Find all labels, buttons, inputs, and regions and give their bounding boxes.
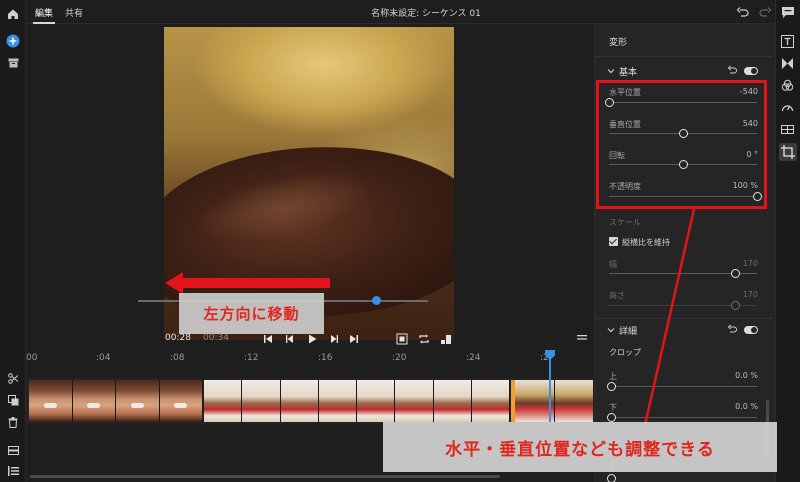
- clip-thumbnail: [395, 380, 434, 422]
- redo-icon[interactable]: [758, 5, 772, 19]
- divider: [595, 318, 773, 319]
- basic-toggle[interactable]: [744, 67, 758, 75]
- clip-thumbnail: [204, 380, 243, 422]
- left-toolbar: [0, 0, 26, 482]
- crop-bottom-label: 下: [609, 403, 617, 412]
- callout-banner: 水平・垂直位置なども調整できる: [383, 422, 777, 472]
- step-back-icon[interactable]: [284, 333, 296, 345]
- panel-title: 変形: [609, 38, 628, 48]
- crop-top-value[interactable]: 0.0 %: [735, 371, 758, 380]
- clip-thumbnail: [72, 380, 116, 422]
- keep-aspect-checkbox[interactable]: [609, 237, 618, 246]
- top-bar: 編集 共有 名称未設定: シーケンス 01: [26, 0, 775, 24]
- clip-thumbnail: [318, 380, 357, 422]
- clip-thumbnail: [116, 380, 160, 422]
- color-icon[interactable]: [781, 79, 795, 93]
- ruler-tick: :12: [244, 353, 259, 363]
- add-media-icon[interactable]: [5, 33, 21, 49]
- media-bin-icon[interactable]: [5, 55, 21, 71]
- timeline-ruler[interactable]: 00 :04 :08 :12 :16 :20 :24 :2: [26, 350, 594, 368]
- clip-thumbnail: [242, 380, 281, 422]
- play-icon[interactable]: [306, 333, 318, 345]
- crop-right-knob[interactable]: [607, 474, 616, 482]
- clip-thumbnail: [29, 380, 73, 422]
- clip-thumbnail: [159, 380, 203, 422]
- right-toolbar: [775, 0, 800, 482]
- detail-section-header[interactable]: 詳細: [619, 324, 637, 337]
- chevron-down-icon[interactable]: [607, 326, 615, 334]
- transitions-icon[interactable]: [781, 57, 795, 71]
- loop-icon[interactable]: [418, 333, 430, 345]
- ruler-tick: :20: [392, 353, 407, 363]
- audio-icon[interactable]: [781, 123, 795, 137]
- height-value[interactable]: 170: [743, 290, 758, 299]
- clip-thumbnail: [554, 380, 594, 422]
- ruler-tick: :24: [466, 353, 481, 363]
- video-clip-food[interactable]: [204, 380, 510, 422]
- timeline-scrollbar[interactable]: [30, 475, 500, 478]
- speed-icon[interactable]: [781, 101, 795, 115]
- undo-icon[interactable]: [736, 5, 750, 19]
- clip-thumbnail: [280, 380, 319, 422]
- home-icon[interactable]: [5, 6, 21, 22]
- playhead-line[interactable]: [549, 352, 551, 424]
- move-left-label: 左方向に移動: [179, 293, 324, 334]
- clip-thumbnail: [433, 380, 472, 422]
- tab-edit[interactable]: 編集: [32, 6, 56, 24]
- quality-icon[interactable]: [440, 333, 452, 345]
- width-knob[interactable]: [730, 269, 740, 278]
- crop-bottom-knob[interactable]: [607, 413, 616, 422]
- height-knob[interactable]: [730, 301, 740, 310]
- crop-top-label: 上: [609, 372, 617, 381]
- video-clip-faces[interactable]: [29, 380, 203, 422]
- highlight-box: [596, 80, 767, 209]
- tab-share[interactable]: 共有: [65, 6, 83, 19]
- crop-icon[interactable]: [779, 143, 797, 161]
- track-icon[interactable]: [5, 442, 21, 458]
- callout-banner-text: 水平・垂直位置なども調整できる: [445, 439, 715, 460]
- crop-label: クロップ: [609, 348, 641, 357]
- crop-bottom-value[interactable]: 0.0 %: [735, 402, 758, 411]
- trash-icon[interactable]: [5, 414, 21, 430]
- ruler-tick: 00: [26, 353, 38, 363]
- scissors-icon[interactable]: [5, 370, 21, 386]
- clip-thumbnail: [357, 380, 396, 422]
- width-value[interactable]: 170: [743, 259, 758, 268]
- titles-icon[interactable]: [781, 35, 795, 49]
- divider: [595, 56, 773, 57]
- move-left-text: 左方向に移動: [203, 305, 300, 323]
- video-clip-selected[interactable]: [511, 380, 594, 422]
- ruler-tick: :04: [96, 353, 111, 363]
- scrubber-knob[interactable]: [372, 296, 381, 305]
- ruler-tick: :08: [170, 353, 185, 363]
- comment-icon[interactable]: [781, 6, 795, 20]
- ruler-tick: :16: [318, 353, 333, 363]
- reset-icon[interactable]: [727, 324, 737, 334]
- left-arrow-annotation-icon: [165, 272, 330, 294]
- duplicate-icon[interactable]: [5, 392, 21, 408]
- fit-frame-icon[interactable]: [396, 333, 408, 345]
- crop-bottom-slider[interactable]: [609, 417, 757, 418]
- width-label: 幅: [609, 260, 617, 269]
- scale-label: スケール: [609, 218, 641, 227]
- go-to-end-icon[interactable]: [348, 333, 360, 345]
- go-to-start-icon[interactable]: [262, 333, 274, 345]
- step-forward-icon[interactable]: [328, 333, 340, 345]
- duration-timecode: 00:34: [203, 333, 229, 343]
- detail-toggle[interactable]: [744, 326, 758, 334]
- clip-thumbnail: [471, 380, 510, 422]
- list-icon[interactable]: [5, 463, 21, 479]
- keep-aspect-label: 縦横比を維持: [622, 238, 670, 247]
- basic-section-header[interactable]: 基本: [619, 65, 637, 78]
- crop-top-slider[interactable]: [609, 386, 757, 387]
- crop-top-knob[interactable]: [607, 382, 616, 391]
- height-label: 高さ: [609, 291, 625, 300]
- reset-icon[interactable]: [727, 65, 737, 75]
- chevron-down-icon[interactable]: [607, 67, 615, 75]
- current-timecode: 00:28: [165, 333, 191, 343]
- sequence-title: 名称未設定: シーケンス 01: [371, 9, 481, 19]
- timeline-menu-icon[interactable]: [577, 335, 587, 343]
